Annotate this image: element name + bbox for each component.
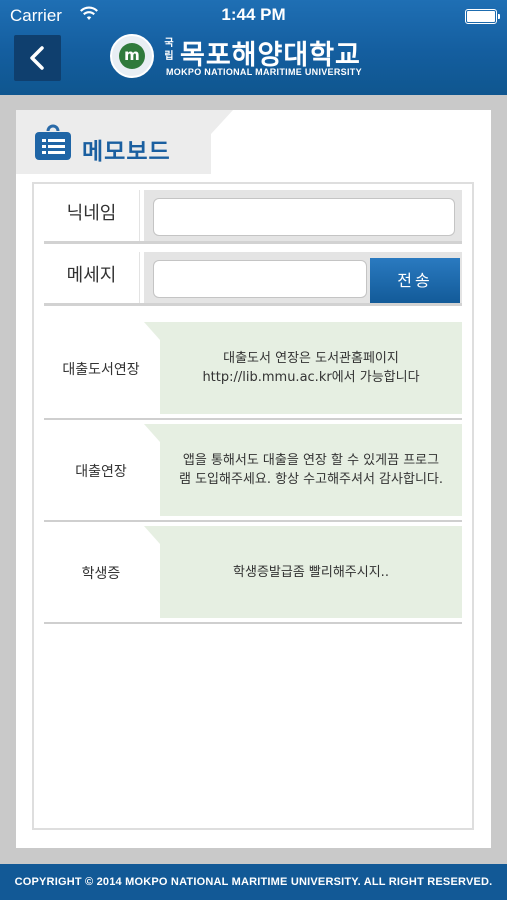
message-input[interactable] [153,260,367,298]
nickname-row: 닉네임 [44,190,462,244]
message-label: 메세지 [44,252,140,306]
message-field-wrap: 전송 [144,252,462,306]
logo-subtitle: MOKPO NATIONAL MARITIME UNIVERSITY [166,67,362,77]
memo-message: 대출도서 연장은 도서관홈페이지 http://lib.mmu.ac.kr에서 … [144,322,462,414]
status-bar: Carrier 1:44 PM [0,0,507,32]
university-logo: m 국립 목포해양대학교 MOKPO NATIONAL MARITIME UNI… [110,33,410,81]
back-button[interactable] [14,35,61,81]
divider [44,241,462,244]
nickname-input[interactable] [153,198,455,236]
list-board-icon [35,124,71,160]
memo-message: 앱을 통해서도 대출을 연장 할 수 있게끔 프로그램 도입해주세요. 항상 수… [144,424,462,516]
memo-item: 대출도서연장 대출도서 연장은 도서관홈페이지 http://lib.mmu.a… [44,318,462,420]
memo-item: 대출연장 앱을 통해서도 대출을 연장 할 수 있게끔 프로그램 도입해주세요.… [44,420,462,522]
battery-icon [465,9,500,24]
logo-badge: 국립 [164,38,174,62]
memo-message: 학생증발급좀 빨리해주시지.. [144,526,462,618]
chevron-left-icon [30,46,44,70]
footer-copyright: COPYRIGHT © 2014 MOKPO NATIONAL MARITIME… [0,864,507,900]
divider [44,303,462,306]
app-header: Carrier 1:44 PM m 국립 목포해양대학교 MOKPO NATIO… [0,0,507,95]
divider [44,622,462,624]
nickname-field-wrap [144,190,462,244]
university-emblem-icon: m [110,34,154,78]
memo-author: 학생증 [81,566,121,582]
nickname-label: 닉네임 [44,190,140,244]
emblem-letter: m [119,43,145,69]
message-row: 메세지 전송 [44,252,462,306]
page-title: 메모보드 [82,139,171,165]
memo-author: 대출연장 [75,464,127,480]
send-button[interactable]: 전송 [370,258,460,304]
memo-author: 대출도서연장 [62,362,140,378]
status-time: 1:44 PM [221,5,286,24]
memo-item: 학생증 학생증발급좀 빨리해주시지.. [44,522,462,624]
